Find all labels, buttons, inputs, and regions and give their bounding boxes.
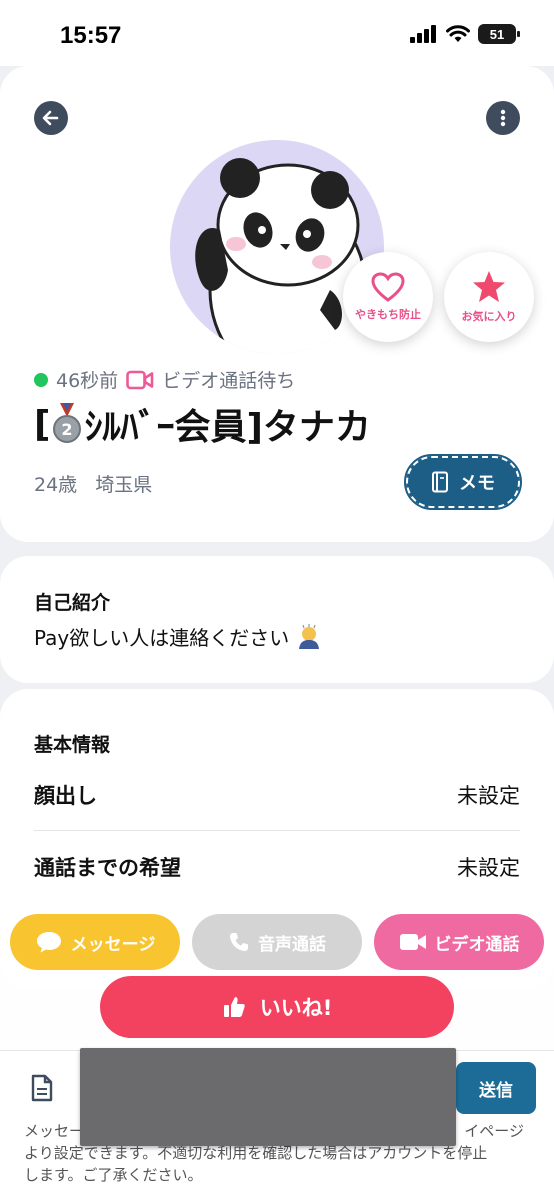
memo-button[interactable]: メモ [404, 454, 522, 510]
document-icon[interactable] [30, 1074, 54, 1102]
phone-icon [230, 933, 248, 951]
like-label: いいね! [259, 996, 333, 1020]
info-row-face: 顔出し 未設定 [34, 780, 520, 810]
video-camera-icon [126, 370, 154, 389]
chat-bubble-icon [36, 932, 61, 953]
memo-label: メモ [459, 473, 495, 494]
notice-line3: します。ご了承ください。 [24, 1166, 203, 1184]
jealousy-prevention-button[interactable]: やきもち防止 [343, 252, 433, 342]
star-icon [473, 271, 505, 302]
more-options-button[interactable] [486, 101, 520, 135]
last-online-text: 46秒前 [56, 370, 119, 392]
signal-icon [410, 25, 436, 43]
more-vertical-icon [500, 109, 506, 127]
video-call-label: ビデオ通話 [434, 934, 520, 955]
status-icons: 51 [410, 24, 520, 44]
self-intro-text: Pay欲しい人は連絡ください [34, 622, 323, 651]
notice-line1-end: イページ [464, 1122, 524, 1140]
info-value: 未設定 [457, 856, 520, 880]
heart-outline-icon [371, 272, 405, 302]
notebook-icon [432, 471, 448, 493]
video-call-status-text: ビデオ通話待ち [162, 370, 296, 392]
self-intro-card [0, 556, 554, 683]
divider [34, 830, 520, 831]
voice-call-label: 音声通話 [258, 934, 326, 955]
video-camera-icon [399, 934, 426, 950]
info-value: 未設定 [457, 784, 520, 808]
name-prefix: [ [34, 403, 51, 445]
back-button[interactable] [34, 101, 68, 135]
redaction-overlay [80, 1048, 456, 1146]
basic-info-title: 基本情報 [34, 734, 111, 756]
info-row-call-preference: 通話までの希望 未設定 [34, 852, 520, 882]
thumbs-up-icon [223, 997, 245, 1017]
battery-icon: 51 [478, 24, 520, 44]
silver-medal-icon: 2 [52, 403, 82, 445]
notice-line1: メッセー [24, 1122, 85, 1140]
name-text: ｼﾙﾊﾞｰ会員]タナカ [84, 407, 371, 448]
voice-call-button[interactable]: 音声通話 [192, 914, 362, 970]
self-intro-body: Pay欲しい人は連絡ください [34, 626, 290, 650]
bowing-person-emoji-icon [299, 623, 320, 649]
age-text: 24歳 [34, 474, 78, 496]
message-button[interactable]: メッセージ [10, 914, 180, 970]
profile-meta: 24歳 埼玉県 [34, 470, 152, 497]
video-call-button[interactable]: ビデオ通話 [374, 914, 544, 970]
arrow-left-icon [42, 110, 59, 126]
send-button[interactable]: 送信 [456, 1062, 536, 1114]
wifi-icon [446, 25, 470, 42]
online-status-row: 46秒前 ビデオ通話待ち [34, 366, 295, 393]
message-label: メッセージ [70, 934, 156, 955]
location-text: 埼玉県 [95, 474, 153, 496]
online-status-dot [34, 372, 48, 387]
medal-number: 2 [62, 420, 73, 439]
favorite-label: お気に入り [461, 310, 517, 323]
status-bar: 15:57 51 [0, 0, 554, 66]
info-label: 顔出し [34, 784, 97, 808]
profile-name: [ 2 ｼﾙﾊﾞｰ会員]タナカ [34, 398, 371, 450]
status-time: 15:57 [60, 22, 122, 49]
like-button[interactable]: いいね! [100, 976, 454, 1038]
jealousy-prevention-label: やきもち防止 [355, 308, 421, 321]
favorite-button[interactable]: お気に入り [444, 252, 534, 342]
self-intro-title: 自己紹介 [34, 592, 111, 614]
info-label: 通話までの希望 [34, 856, 181, 880]
